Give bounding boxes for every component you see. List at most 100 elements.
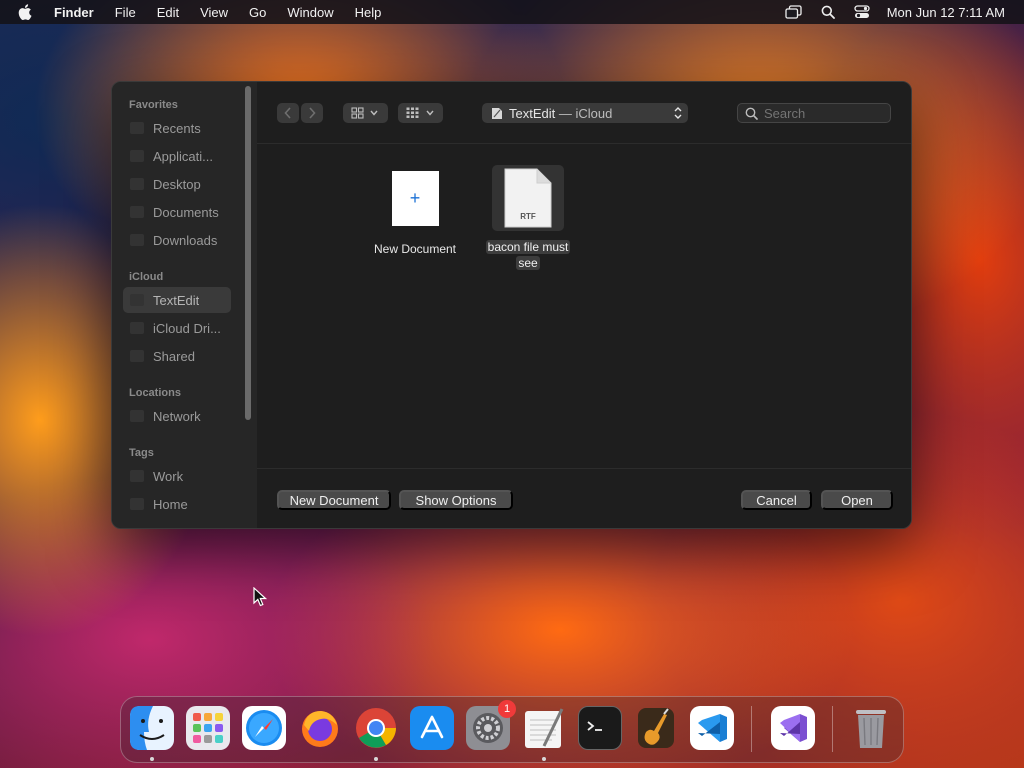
apple-menu-icon[interactable]	[18, 4, 34, 20]
cancel-button[interactable]: Cancel	[741, 490, 812, 510]
running-indicator	[374, 757, 378, 761]
spotlight-search-icon[interactable]	[819, 4, 837, 20]
dialog-main: TextEdit — iCloud + New Document	[257, 82, 911, 528]
show-options-button[interactable]: Show Options	[399, 490, 513, 510]
file-thumbnail: RTF	[492, 165, 564, 231]
dock-separator	[751, 706, 752, 752]
mouse-cursor-icon	[253, 587, 267, 607]
guitar-icon	[638, 708, 674, 748]
applications-icon	[130, 150, 144, 162]
dock-trash[interactable]	[849, 706, 893, 750]
file-item-new-document[interactable]: + New Document	[365, 165, 465, 257]
chevron-down-icon	[426, 110, 434, 116]
notification-badge: 1	[498, 700, 516, 718]
sidebar-item-documents[interactable]: Documents	[123, 199, 231, 225]
sidebar-item-label: Home	[153, 496, 188, 512]
visual-studio-icon	[780, 714, 807, 742]
dock-app-store[interactable]	[410, 706, 454, 750]
menu-view[interactable]: View	[200, 5, 228, 20]
menu-file[interactable]: File	[115, 5, 136, 20]
file-item-bacon-rtf[interactable]: RTF bacon file must see	[478, 165, 578, 271]
group-by-button[interactable]	[398, 103, 443, 123]
rtf-type-label: RTF	[520, 212, 536, 221]
file-thumbnail: +	[379, 165, 451, 231]
sidebar-section-locations: Locations	[129, 387, 181, 399]
menu-app-name[interactable]: Finder	[54, 5, 94, 20]
textedit-folder-icon	[491, 107, 503, 120]
search-field[interactable]	[737, 103, 891, 123]
safari-icon	[246, 710, 282, 746]
dock-launchpad[interactable]	[186, 706, 230, 750]
dialog-footer: New Document Show Options Cancel Open	[257, 468, 911, 528]
dock-finder[interactable]	[130, 706, 174, 750]
dock-vscode[interactable]	[690, 706, 734, 750]
control-center-icon[interactable]	[853, 4, 871, 20]
new-document-button[interactable]: New Document	[277, 490, 391, 510]
cloud-icon	[130, 322, 144, 334]
location-popup-button[interactable]: TextEdit — iCloud	[482, 103, 688, 123]
dialog-toolbar: TextEdit — iCloud	[257, 82, 911, 144]
rtf-document-icon: RTF	[504, 168, 552, 228]
shared-folder-icon	[130, 350, 144, 362]
menu-bar-clock[interactable]: Mon Jun 12 7:11 AM	[887, 5, 1005, 20]
sidebar-item-textedit[interactable]: TextEdit	[123, 287, 231, 313]
running-indicator	[150, 757, 154, 761]
finder-icon	[130, 706, 174, 750]
dialog-sidebar: Favorites Recents Applicati... Desktop D…	[112, 82, 257, 528]
tag-icon	[130, 470, 144, 482]
icon-view-icon	[351, 107, 364, 119]
open-button[interactable]: Open	[821, 490, 893, 510]
dock-firefox[interactable]	[298, 706, 342, 750]
sidebar-section-tags: Tags	[129, 447, 154, 459]
sidebar-item-network[interactable]: Network	[123, 403, 231, 429]
trash-icon	[856, 710, 886, 748]
sidebar-item-downloads[interactable]: Downloads	[123, 227, 231, 253]
search-icon	[745, 107, 758, 120]
location-separator: —	[555, 105, 576, 121]
file-browser: + New Document RTF bacon file must see	[257, 145, 911, 468]
sidebar-section-icloud: iCloud	[129, 271, 164, 283]
sidebar-item-label: Documents	[153, 204, 219, 220]
dock-visual-studio[interactable]	[771, 706, 815, 750]
menu-help[interactable]: Help	[355, 5, 382, 20]
clock-icon	[130, 122, 144, 134]
sidebar-item-desktop[interactable]: Desktop	[123, 171, 231, 197]
dock-terminal[interactable]	[578, 706, 622, 750]
dock-chrome[interactable]	[354, 706, 398, 750]
tag-icon	[130, 498, 144, 510]
sidebar-item-tag-work[interactable]: Work	[123, 463, 231, 489]
menu-bar: Finder File Edit View Go Window Help Mon…	[0, 0, 1024, 24]
search-input[interactable]	[764, 105, 884, 121]
running-indicator	[542, 757, 546, 761]
terminal-icon	[587, 721, 602, 731]
dock: 1	[120, 696, 904, 763]
location-name: TextEdit	[509, 105, 556, 121]
forward-button[interactable]	[301, 103, 323, 123]
sidebar-scrollbar[interactable]	[245, 86, 251, 420]
sidebar-item-icloud-drive[interactable]: iCloud Dri...	[123, 315, 231, 341]
sidebar-item-applications[interactable]: Applicati...	[123, 143, 231, 169]
menu-go[interactable]: Go	[249, 5, 266, 20]
sidebar-item-label: Shared	[153, 348, 195, 364]
view-mode-button[interactable]	[343, 103, 388, 123]
sidebar-item-shared[interactable]: Shared	[123, 343, 231, 369]
sidebar-item-label: Downloads	[153, 232, 218, 248]
open-file-dialog: Favorites Recents Applicati... Desktop D…	[111, 81, 912, 529]
dock-textedit[interactable]	[522, 706, 566, 750]
dock-safari[interactable]	[242, 706, 286, 750]
file-name: New Document	[373, 242, 457, 256]
sidebar-item-tag-home[interactable]: Home	[123, 491, 231, 517]
menu-window[interactable]: Window	[287, 5, 333, 20]
screen-mirroring-icon[interactable]	[785, 4, 803, 20]
sidebar-item-recents[interactable]: Recents	[123, 115, 231, 141]
folder-icon	[130, 294, 144, 306]
desktop-icon	[130, 178, 144, 190]
back-button[interactable]	[277, 103, 299, 123]
menu-edit[interactable]: Edit	[157, 5, 179, 20]
dock-garageband[interactable]	[634, 706, 678, 750]
vscode-icon	[698, 714, 727, 742]
up-down-chevron-icon	[674, 107, 682, 119]
dock-system-settings[interactable]: 1	[466, 700, 516, 750]
plus-icon: +	[391, 170, 439, 226]
document-icon	[130, 206, 144, 218]
